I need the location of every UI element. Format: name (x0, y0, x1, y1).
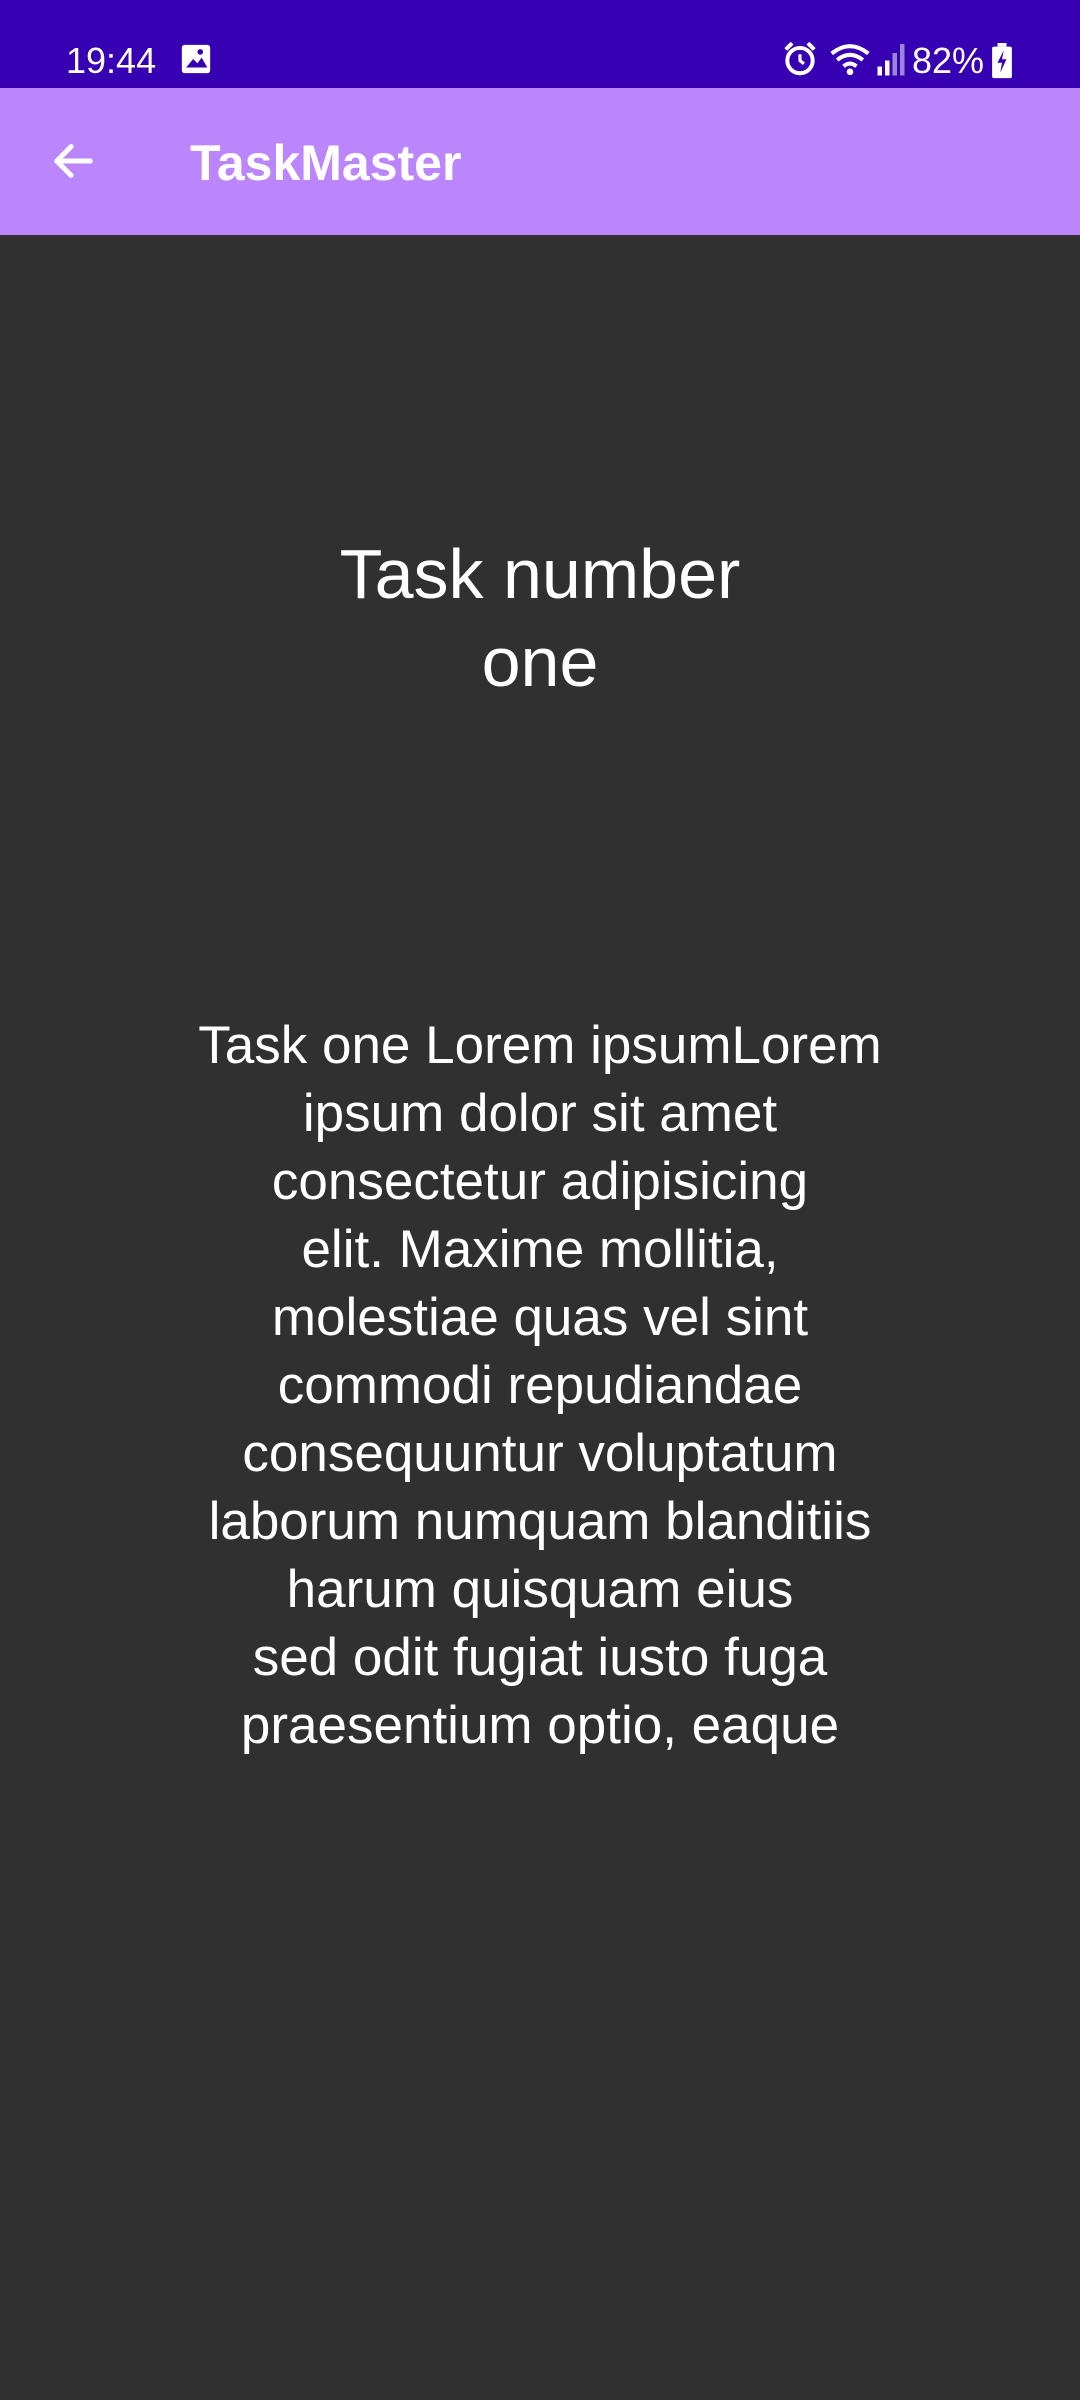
back-button[interactable] (30, 118, 116, 204)
status-bar: 19:44 82% (0, 0, 1080, 88)
app-bar: TaskMaster (0, 88, 1080, 235)
battery-charging-icon (992, 43, 1012, 79)
task-title: Task number one (339, 535, 741, 701)
alarm-icon (784, 41, 816, 76)
wifi-icon (830, 44, 870, 76)
signal-icon (877, 44, 905, 76)
arrow-back-icon (54, 144, 93, 178)
task-description: Task one Lorem ipsumLorem ipsum dolor si… (198, 1016, 882, 1755)
status-time: 19:44 (66, 40, 157, 81)
app-title: TaskMaster (190, 135, 462, 191)
battery-percent: 82% (912, 40, 985, 81)
gallery-icon (181, 44, 211, 74)
